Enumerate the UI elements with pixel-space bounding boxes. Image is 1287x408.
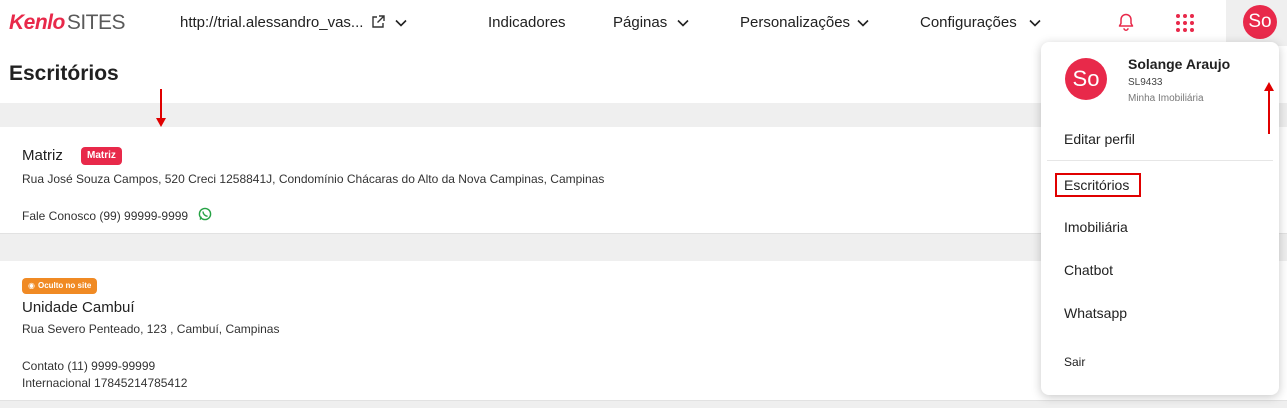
menu-divider	[1047, 160, 1273, 161]
site-url-link[interactable]: http://trial.alessandro_vas...	[180, 14, 363, 31]
logo-suffix: SITES	[66, 11, 126, 34]
annotation-arrow-up	[1264, 82, 1274, 134]
chevron-down-icon[interactable]	[394, 16, 408, 30]
external-link-icon[interactable]	[370, 14, 386, 30]
chevron-down-icon[interactable]	[1028, 16, 1042, 30]
bell-icon[interactable]	[1116, 12, 1136, 32]
office-contact: Fale Conosco (99) 99999-9999	[22, 209, 189, 223]
user-code: SL9433	[1128, 77, 1163, 88]
status-badge-label: Oculto no site	[37, 281, 92, 290]
nav-indicadores[interactable]: Indicadores	[488, 14, 566, 31]
user-dropdown-menu: So Solange Araujo SL9433 Minha Imobiliár…	[1041, 42, 1279, 395]
apps-grid-icon[interactable]	[1175, 13, 1195, 33]
office-contact: Contato (11) 9999-99999	[22, 359, 156, 373]
nav-configuracoes[interactable]: Configurações	[920, 14, 1017, 31]
menu-item-editar-perfil[interactable]: Editar perfil	[1064, 131, 1135, 147]
eye-icon: ◉	[28, 281, 35, 290]
logo-brand: Kenlo	[9, 11, 65, 34]
user-company: Minha Imobiliária	[1128, 93, 1204, 104]
office-address: Rua Severo Penteado, 123 , Cambuí, Campi…	[22, 322, 280, 336]
avatar: So	[1065, 58, 1107, 100]
user-menu-toggle[interactable]: So	[1226, 0, 1287, 46]
nav-personalizacoes[interactable]: Personalizações	[740, 14, 850, 31]
user-name: Solange Araujo	[1128, 56, 1231, 72]
page-title: Escritórios	[9, 62, 119, 85]
status-badge-matriz: Matriz	[81, 147, 122, 165]
menu-item-chatbot[interactable]: Chatbot	[1064, 262, 1113, 278]
menu-item-whatsapp[interactable]: Whatsapp	[1064, 305, 1127, 321]
menu-item-imobiliaria[interactable]: Imobiliária	[1064, 219, 1128, 235]
whatsapp-icon[interactable]	[198, 207, 212, 221]
office-name: Matriz	[22, 147, 63, 164]
menu-item-sair[interactable]: Sair	[1064, 355, 1085, 369]
nav-paginas[interactable]: Páginas	[613, 14, 667, 31]
logo[interactable]: KenloSITES	[9, 11, 126, 35]
section-divider	[0, 401, 1287, 408]
chevron-down-icon[interactable]	[676, 16, 690, 30]
office-name: Unidade Cambuí	[22, 299, 135, 316]
status-badge-hidden: ◉ Oculto no site	[22, 278, 98, 294]
office-address: Rua José Souza Campos, 520 Creci 1258841…	[22, 172, 605, 186]
office-contact: Internacional 17845214785412	[22, 376, 188, 390]
avatar[interactable]: So	[1243, 5, 1277, 39]
annotation-highlight-box	[1055, 173, 1141, 197]
chevron-down-icon[interactable]	[856, 16, 870, 30]
top-bar: KenloSITES http://trial.alessandro_vas..…	[0, 0, 1287, 46]
annotation-arrow-down	[156, 89, 166, 127]
